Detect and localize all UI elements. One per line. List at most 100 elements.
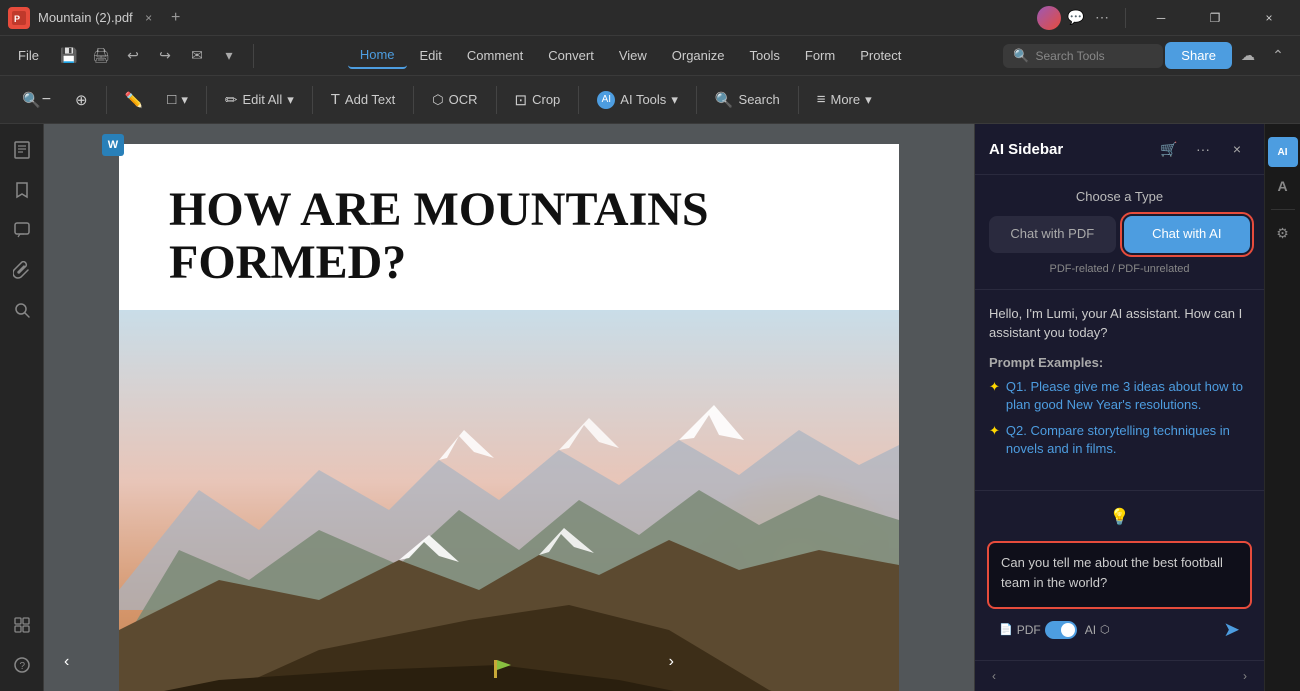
zoom-out-label: − (42, 91, 51, 109)
ai-hint-icon: 💡 (1110, 507, 1130, 527)
ai-prompts-section: Prompt Examples: ✦ Q1. Please give me 3 … (989, 355, 1250, 459)
right-edge-ai-icon[interactable]: AI (1268, 137, 1298, 167)
pdf-page: HOW ARE MOUNTAINS FORMED? (119, 144, 899, 691)
ai-type-buttons: Chat with PDF Chat with AI (989, 216, 1250, 253)
pdf-viewer[interactable]: W HOW ARE MOUNTAINS FORMED? (44, 124, 974, 691)
nav-edit[interactable]: Edit (408, 43, 454, 68)
nav-tools[interactable]: Tools (738, 43, 792, 68)
ai-sidebar: AI Sidebar 🛒 ··· × Choose a Type Chat wi… (974, 124, 1264, 691)
expand-icon[interactable]: ⌃ (1264, 42, 1292, 70)
dropdown-icon[interactable]: ▾ (215, 42, 243, 70)
zoom-in-button[interactable]: ⊕ (65, 85, 98, 115)
highlight-button[interactable]: ✏️ (115, 85, 154, 115)
ai-label: AI (1085, 623, 1096, 637)
user-avatar[interactable] (1037, 6, 1061, 30)
edit-all-icon: ✏ (225, 91, 238, 109)
edit-all-label: Edit All (242, 92, 282, 107)
ai-close-icon[interactable]: × (1224, 136, 1250, 162)
ai-prompt-2-text[interactable]: Q2. Compare storytelling techniques in n… (1006, 422, 1250, 458)
ai-prompt-1-text[interactable]: Q1. Please give me 3 ideas about how to … (1006, 378, 1250, 414)
sidebar-item-search[interactable] (4, 292, 40, 328)
right-edge-settings-icon[interactable]: ⚙ (1268, 218, 1298, 248)
ai-input-container[interactable]: Can you tell me about the best football … (987, 541, 1252, 609)
ai-footer: 💡 Can you tell me about the best footbal… (975, 490, 1264, 660)
divider-4 (413, 86, 414, 114)
ai-more-icon[interactable]: ··· (1190, 136, 1216, 162)
add-text-button[interactable]: T Add Text (321, 85, 406, 114)
ai-input-field[interactable]: Can you tell me about the best football … (1001, 553, 1238, 592)
sidebar-item-help[interactable]: ? (4, 647, 40, 683)
pdf-prev-nav[interactable]: ‹ (64, 653, 69, 671)
ai-type-section: Choose a Type Chat with PDF Chat with AI… (975, 175, 1264, 290)
ai-tools-dropdown-icon: ▾ (671, 92, 678, 108)
ai-cart-icon[interactable]: 🛒 (1156, 136, 1182, 162)
email-icon[interactable]: ✉ (183, 42, 211, 70)
restore-button[interactable]: ❐ (1192, 0, 1238, 36)
sidebar-item-bookmark[interactable] (4, 172, 40, 208)
more-icon: ≡ (817, 91, 826, 108)
ai-sidebar-header: AI Sidebar 🛒 ··· × (975, 124, 1264, 175)
nav-comment[interactable]: Comment (455, 43, 535, 68)
ai-prev-button[interactable]: ‹ (983, 665, 1005, 687)
ai-pdf-label: PDF (1017, 623, 1041, 637)
share-button[interactable]: Share (1165, 42, 1232, 69)
redo-icon[interactable]: ↪ (151, 42, 179, 70)
chat-icon[interactable]: 💬 (1065, 7, 1087, 29)
pdf-next-nav[interactable]: › (669, 653, 674, 671)
crop-button[interactable]: ⊡ Crop (505, 85, 571, 115)
shape-button[interactable]: □ ▾ (157, 85, 198, 114)
close-window-button[interactable]: × (1246, 0, 1292, 36)
sidebar-item-attachments[interactable] (4, 252, 40, 288)
add-text-label: Add Text (345, 92, 395, 107)
ai-bottom-nav: ‹ › (975, 660, 1264, 691)
file-menu[interactable]: File (8, 44, 49, 67)
tools-search[interactable]: 🔍 (1003, 44, 1163, 68)
nav-organize[interactable]: Organize (660, 43, 737, 68)
chat-with-ai-button[interactable]: Chat with AI (1124, 216, 1251, 253)
nav-view[interactable]: View (607, 43, 659, 68)
edit-all-button[interactable]: ✏ Edit All ▾ (215, 85, 304, 115)
search-toolbar-icon: 🔍 (715, 91, 734, 109)
minimize-button[interactable]: ─ (1138, 0, 1184, 36)
nav-form[interactable]: Form (793, 43, 847, 68)
sidebar-item-pages[interactable] (4, 132, 40, 168)
ai-toggle-knob (1061, 623, 1075, 637)
zoom-out-button[interactable]: 🔍 − (12, 85, 61, 115)
menu-nav: Home Edit Comment Convert View Organize … (260, 42, 1001, 69)
nav-convert[interactable]: Convert (536, 43, 606, 68)
sidebar-item-layers[interactable] (4, 607, 40, 643)
ai-toggle-switch[interactable] (1045, 621, 1077, 639)
right-edge-translate-icon[interactable]: A (1268, 171, 1298, 201)
zoom-out-icon: 🔍 (22, 91, 41, 109)
word-icon: W (102, 134, 124, 156)
divider-1 (106, 86, 107, 114)
more-options-icon[interactable]: ⋯ (1091, 7, 1113, 29)
divider-6 (578, 86, 579, 114)
nav-home[interactable]: Home (348, 42, 407, 69)
ai-tools-button[interactable]: AI AI Tools ▾ (587, 85, 688, 115)
search-icon: 🔍 (1013, 48, 1029, 64)
ai-chat-area: Hello, I'm Lumi, your AI assistant. How … (975, 290, 1264, 490)
new-tab-button[interactable]: + (165, 7, 187, 29)
cloud-icon[interactable]: ☁ (1234, 42, 1262, 70)
toolbar: 🔍 − ⊕ ✏️ □ ▾ ✏ Edit All ▾ T Add Text ⬡ O… (0, 76, 1300, 124)
sidebar-item-comments[interactable] (4, 212, 40, 248)
ai-prompt-2[interactable]: ✦ Q2. Compare storytelling techniques in… (989, 422, 1250, 458)
ocr-button[interactable]: ⬡ OCR (422, 86, 487, 114)
nav-protect[interactable]: Protect (848, 43, 913, 68)
undo-icon[interactable]: ↩ (119, 42, 147, 70)
search-button[interactable]: 🔍 Search (705, 85, 790, 115)
tools-search-input[interactable] (1035, 49, 1153, 63)
more-button[interactable]: ≡ More ▾ (807, 85, 882, 114)
menubar: File 💾 🖨 ↩ ↪ ✉ ▾ Home Edit Comment Conve… (0, 36, 1300, 76)
close-tab-button[interactable]: × (141, 10, 157, 26)
ai-input-actions: 📄 PDF AI ⬡ ➤ (987, 609, 1252, 650)
ai-greeting: Hello, I'm Lumi, your AI assistant. How … (989, 304, 1250, 343)
chat-with-pdf-button[interactable]: Chat with PDF (989, 216, 1116, 253)
ai-prompt-1[interactable]: ✦ Q1. Please give me 3 ideas about how t… (989, 378, 1250, 414)
save-icon[interactable]: 💾 (55, 42, 83, 70)
ai-send-button[interactable]: ➤ (1223, 617, 1240, 642)
ai-next-button[interactable]: › (1234, 665, 1256, 687)
svg-text:?: ? (19, 661, 25, 672)
print-icon[interactable]: 🖨 (87, 42, 115, 70)
